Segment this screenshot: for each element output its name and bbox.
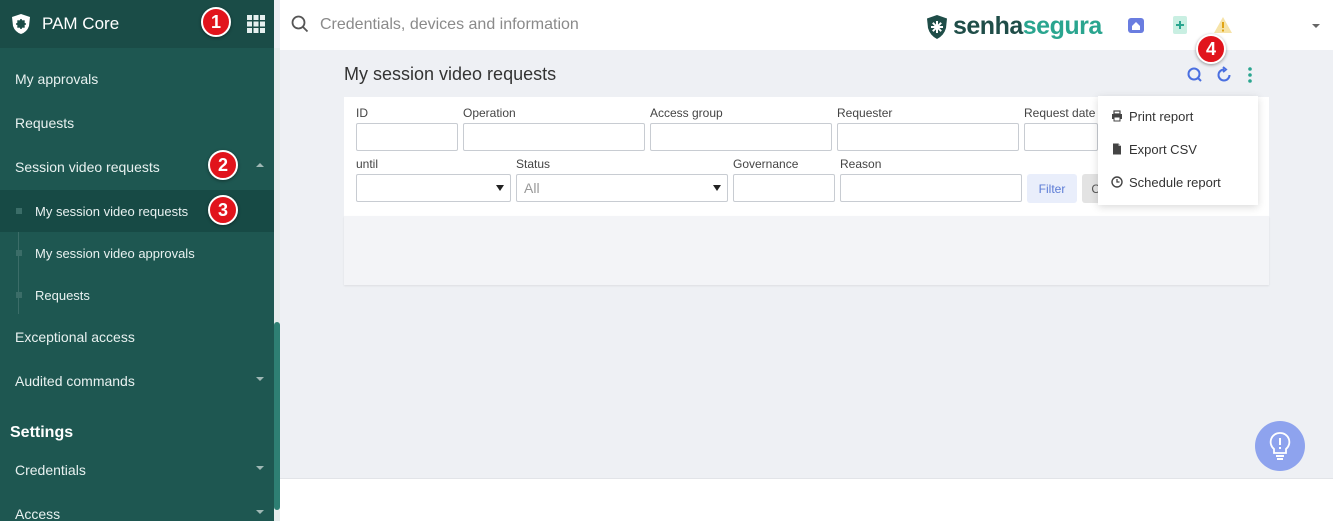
chevron-down-icon — [256, 377, 264, 381]
sidebar: PAM Core My approvals Requests Session v… — [0, 0, 274, 521]
search-input[interactable] — [320, 13, 820, 37]
reason-label: Reason — [840, 157, 882, 171]
results-area — [344, 216, 1269, 285]
apps-grid-icon[interactable] — [246, 14, 266, 34]
sidebar-item-exceptional-access[interactable]: Exceptional access — [0, 316, 274, 358]
governance-field[interactable] — [733, 174, 835, 202]
sidebar-item-credentials[interactable]: Credentials — [0, 449, 274, 491]
sidebar-subitem-my-session-video-approvals[interactable]: My session video approvals — [0, 232, 274, 274]
sidebar-item-label: Exceptional access — [15, 329, 135, 345]
menu-item-print-report[interactable]: Print report — [1098, 101, 1258, 131]
add-document-icon[interactable] — [1170, 15, 1190, 35]
bullet-icon — [16, 250, 22, 256]
sidebar-item-label: Credentials — [15, 462, 86, 478]
callout-badge-4: 4 — [1196, 34, 1226, 64]
requester-field[interactable] — [837, 123, 1019, 151]
printer-icon — [1112, 110, 1122, 122]
shield-logo-icon — [12, 14, 30, 34]
refresh-icon[interactable] — [1215, 66, 1233, 84]
brand-name: PAM Core — [42, 14, 120, 33]
warning-icon[interactable] — [1213, 15, 1233, 35]
shield-logo-icon — [927, 14, 947, 39]
status-select-value: All — [524, 180, 540, 196]
dropdown-arrow-icon — [713, 185, 721, 191]
filter-button[interactable]: Filter — [1027, 174, 1077, 203]
search-icon[interactable] — [1186, 66, 1204, 84]
until-select[interactable] — [356, 174, 511, 202]
home-icon[interactable] — [1126, 15, 1146, 35]
menu-item-label: Schedule report — [1129, 174, 1221, 190]
requester-label: Requester — [837, 106, 893, 120]
request-date-label: Request date — [1024, 106, 1096, 120]
footer — [280, 478, 1333, 521]
chevron-down-icon — [256, 510, 264, 514]
senhasegura-logo: senhasegura — [925, 12, 1102, 41]
menu-item-label: Print report — [1129, 108, 1194, 124]
until-label: until — [356, 157, 379, 171]
status-select[interactable]: All — [516, 174, 728, 202]
menu-item-label: Export CSV — [1129, 141, 1197, 157]
callout-badge-1: 1 — [201, 7, 231, 37]
operation-label: Operation — [463, 106, 516, 120]
sidebar-item-access[interactable]: Access — [0, 493, 274, 521]
logo-text-accent: segura — [1022, 12, 1102, 40]
logo-text: senhasegura — [953, 12, 1102, 41]
sidebar-item-audited-commands[interactable]: Audited commands — [0, 360, 274, 402]
sidebar-item-requests[interactable]: Requests — [0, 102, 274, 144]
top-bar: senhasegura — [280, 0, 1333, 50]
sidebar-item-label: Access — [15, 506, 61, 521]
logo-text-main: senha — [953, 12, 1023, 40]
sidebar-item-label: My approvals — [15, 71, 99, 87]
operation-field[interactable] — [463, 123, 645, 151]
dropdown-arrow-icon — [496, 185, 504, 191]
sidebar-item-label: Session video requests — [15, 159, 160, 175]
sidebar-subitem-label: My session video requests — [35, 203, 189, 219]
bullet-icon — [16, 208, 22, 214]
access-group-field[interactable] — [650, 123, 832, 151]
search-icon — [291, 15, 309, 33]
file-icon — [1113, 143, 1121, 155]
help-button[interactable] — [1255, 421, 1305, 471]
id-label: ID — [356, 106, 368, 120]
chevron-up-icon — [256, 163, 264, 167]
lightbulb-icon — [1269, 432, 1291, 460]
menu-item-schedule-report[interactable]: Schedule report — [1098, 167, 1258, 197]
reason-field[interactable] — [840, 174, 1022, 202]
access-group-label: Access group — [650, 106, 723, 120]
id-field[interactable] — [356, 123, 458, 151]
page-title: My session video requests — [344, 64, 557, 84]
menu-item-export-csv[interactable]: Export CSV — [1098, 134, 1258, 164]
sidebar-item-label: Audited commands — [15, 373, 135, 389]
request-date-field[interactable] — [1024, 123, 1098, 151]
sidebar-item-my-approvals[interactable]: My approvals — [0, 58, 274, 100]
sidebar-subitem-label: My session video approvals — [35, 245, 195, 261]
callout-badge-3: 3 — [208, 195, 238, 225]
sidebar-header: PAM Core — [0, 0, 274, 48]
governance-label: Governance — [733, 157, 799, 171]
actions-dropdown-menu: Print report Export CSV Schedule report — [1098, 96, 1258, 205]
chevron-down-icon — [256, 466, 264, 470]
callout-badge-2: 2 — [208, 150, 238, 180]
sidebar-subitem-requests[interactable]: Requests — [0, 274, 274, 316]
settings-heading: Settings — [10, 424, 74, 441]
bullet-icon — [16, 292, 22, 298]
more-vertical-icon[interactable] — [1241, 66, 1259, 84]
clock-icon — [1111, 176, 1123, 188]
sidebar-subitem-label: Requests — [35, 287, 90, 303]
sidebar-item-label: Requests — [15, 115, 75, 131]
user-menu-caret-icon[interactable] — [1312, 24, 1320, 28]
status-label: Status — [516, 157, 551, 171]
